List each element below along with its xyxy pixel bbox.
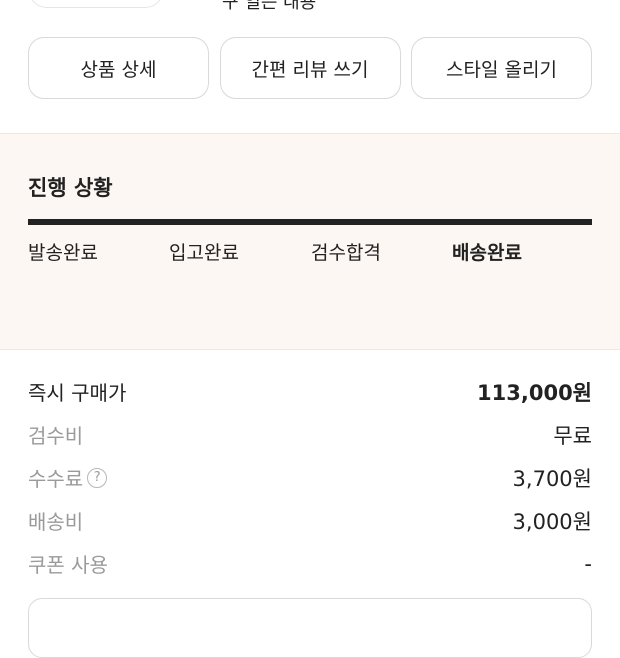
top-partial-text: 구 일은 대용 [222, 0, 317, 13]
instant-buy-label: 즉시 구매가 [28, 381, 127, 405]
progress-bar [28, 219, 592, 225]
price-row-inspection-fee: 검수비 무료 [28, 413, 592, 456]
price-summary: 즉시 구매가 113,000원 검수비 무료 수수료 ? 3,700원 배송비 … [28, 370, 592, 585]
progress-steps: 발송완료 입고완료 검수합격 배송완료 [28, 238, 592, 268]
progress-section: 진행 상황 발송완료 입고완료 검수합격 배송완료 [0, 133, 620, 350]
upload-style-button[interactable]: 스타일 올리기 [411, 37, 592, 99]
shipping-fee-value: 3,000원 [512, 509, 592, 534]
step-shipped: 발송완료 [28, 242, 98, 264]
step-delivered: 배송완료 [452, 242, 522, 264]
inspection-fee-value: 무료 [553, 423, 592, 448]
commission-label: 수수료 [28, 467, 84, 491]
coupon-value: - [584, 551, 592, 576]
write-review-button[interactable]: 간편 리뷰 쓰기 [219, 37, 401, 99]
instant-buy-value: 113,000원 [477, 380, 592, 405]
product-detail-button[interactable]: 상품 상세 [28, 37, 209, 99]
price-row-commission: 수수료 ? 3,700원 [28, 456, 592, 499]
price-row-shipping-fee: 배송비 3,000원 [28, 499, 592, 542]
commission-label-wrap: 수수료 ? [28, 463, 108, 492]
step-received: 입고완료 [169, 242, 239, 264]
bottom-partial-box[interactable] [28, 598, 592, 658]
step-inspection-passed: 검수합격 [311, 242, 381, 264]
progress-title: 진행 상황 [28, 176, 113, 200]
action-buttons-row: 상품 상세 간편 리뷰 쓰기 스타일 올리기 [28, 37, 592, 99]
shipping-fee-label: 배송비 [28, 510, 84, 534]
coupon-label: 쿠폰 사용 [28, 553, 108, 577]
price-row-instant-buy: 즉시 구매가 113,000원 [28, 370, 592, 413]
price-row-coupon: 쿠폰 사용 - [28, 542, 592, 585]
commission-value: 3,700원 [512, 466, 592, 491]
top-partial-button[interactable] [28, 0, 164, 8]
question-circle-icon[interactable]: ? [87, 467, 108, 488]
inspection-fee-label: 검수비 [28, 424, 84, 448]
